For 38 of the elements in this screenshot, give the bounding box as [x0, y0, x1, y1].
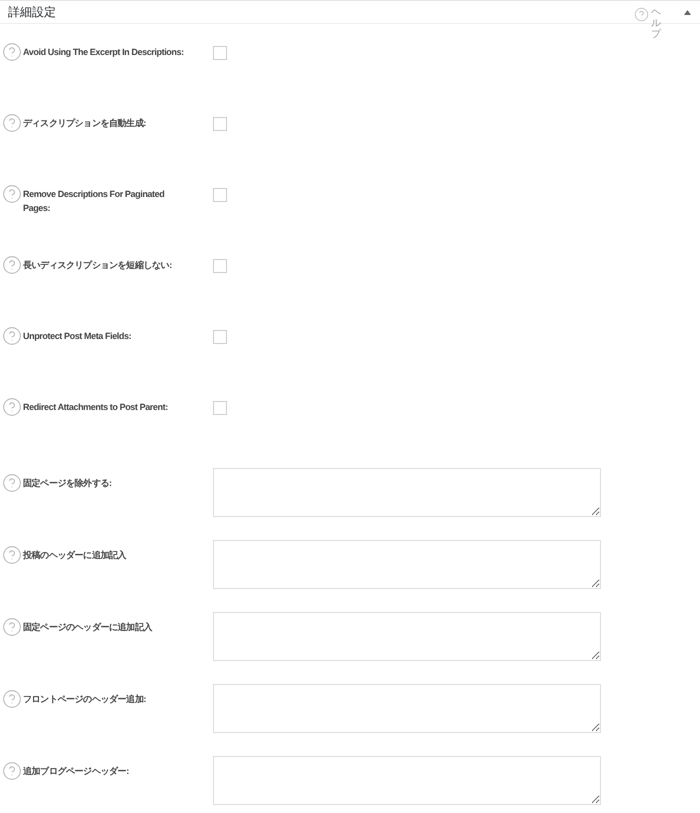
- setting-label: Redirect Attachments to Post Parent:: [23, 401, 169, 414]
- text-area[interactable]: [213, 756, 601, 805]
- help-icon[interactable]: [2, 473, 22, 493]
- collapse-toggle[interactable]: [682, 8, 692, 16]
- help-icon[interactable]: [2, 326, 22, 346]
- help-link[interactable]: ヘルプ: [651, 7, 661, 40]
- help-icon[interactable]: [2, 255, 22, 275]
- checkbox[interactable]: [213, 330, 227, 344]
- setting-label: 固定ページを除外する:: [23, 477, 113, 490]
- text-area[interactable]: [213, 612, 601, 661]
- help-icon[interactable]: [2, 397, 22, 417]
- triangle-icon: [684, 10, 690, 14]
- panel-title: 詳細設定: [8, 4, 56, 20]
- setting-label: 追加ブログページヘッダー:: [23, 765, 130, 778]
- text-area[interactable]: [213, 540, 601, 589]
- help-icon[interactable]: [2, 113, 22, 133]
- setting-label: Remove Descriptions For Paginated Pages:: [23, 188, 166, 215]
- setting-label: 固定ページのヘッダーに追加記入: [23, 621, 154, 634]
- checkbox[interactable]: [213, 259, 227, 273]
- checkbox[interactable]: [213, 46, 227, 60]
- help-icon[interactable]: [2, 545, 22, 565]
- setting-label: フロントページのヘッダー追加:: [23, 693, 147, 706]
- text-area[interactable]: [213, 468, 601, 517]
- help-icon[interactable]: [2, 42, 22, 62]
- help-icon[interactable]: [2, 689, 22, 709]
- setting-label: Unprotect Post Meta Fields:: [23, 330, 132, 343]
- checkbox[interactable]: [213, 117, 227, 131]
- setting-label: ディスクリプションを自動生成:: [23, 117, 147, 130]
- text-area[interactable]: [213, 684, 601, 733]
- setting-label: 長いディスクリプションを短縮しない:: [23, 259, 173, 272]
- checkbox[interactable]: [213, 401, 227, 415]
- help-icon[interactable]: [2, 761, 22, 781]
- help-icon[interactable]: [2, 184, 22, 204]
- checkbox[interactable]: [213, 188, 227, 202]
- setting-label: Avoid Using The Excerpt In Descriptions:: [23, 46, 185, 59]
- help-icon[interactable]: [2, 617, 22, 637]
- help-icon[interactable]: [634, 7, 649, 22]
- setting-label: 投稿のヘッダーに追加記入: [23, 549, 128, 562]
